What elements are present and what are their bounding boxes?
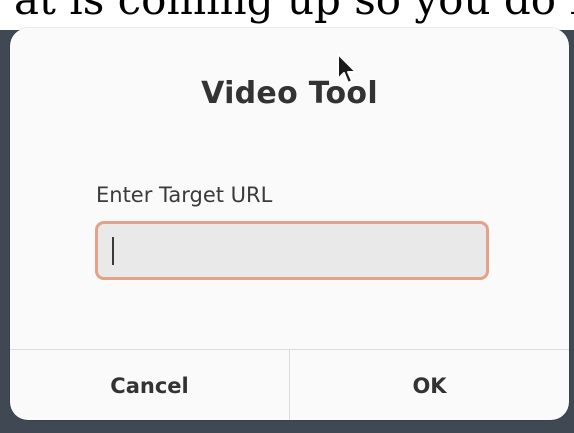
target-url-label: Enter Target URL bbox=[96, 183, 273, 207]
mouse-pointer-icon bbox=[337, 53, 357, 84]
background-caption-strip: at is coming up so you do not abandon bbox=[0, 0, 574, 30]
ok-button[interactable]: OK bbox=[289, 350, 569, 420]
text-caret bbox=[112, 237, 114, 265]
dialog-title: Video Tool bbox=[201, 76, 378, 111]
video-tool-dialog: Video Tool Enter Target URL Cancel OK bbox=[10, 28, 569, 420]
cancel-button[interactable]: Cancel bbox=[10, 350, 289, 420]
target-url-input[interactable] bbox=[95, 221, 489, 280]
background-caption-text: at is coming up so you do not abandon bbox=[14, 0, 574, 26]
dialog-button-row: Cancel OK bbox=[10, 349, 569, 420]
